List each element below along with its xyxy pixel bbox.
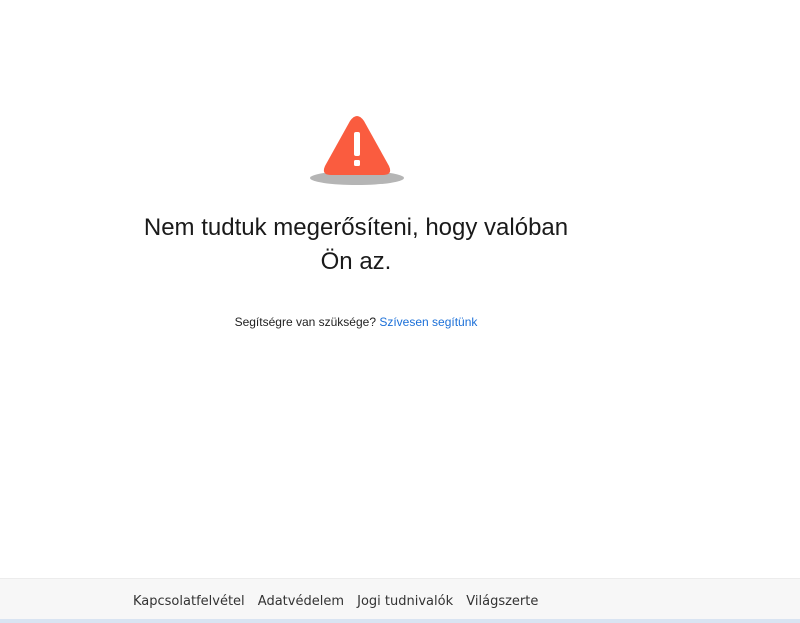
- help-link[interactable]: Szívesen segítünk: [379, 315, 477, 329]
- footer: Kapcsolatfelvétel Adatvédelem Jogi tudni…: [0, 578, 800, 623]
- help-prompt: Segítségre van szüksége?: [234, 315, 376, 329]
- footer-nav: Kapcsolatfelvétel Adatvédelem Jogi tudni…: [133, 593, 538, 611]
- footer-link-worldwide[interactable]: Világszerte: [466, 594, 538, 609]
- bottom-divider: [0, 619, 800, 623]
- footer-link-contact[interactable]: Kapcsolatfelvétel: [133, 594, 245, 609]
- footer-link-privacy[interactable]: Adatvédelem: [258, 594, 344, 609]
- footer-link-legal[interactable]: Jogi tudnivalók: [357, 594, 453, 609]
- error-page: Nem tudtuk megerősíteni, hogy valóban Ön…: [0, 0, 800, 623]
- warning-triangle-icon: [306, 112, 406, 188]
- help-line: Segítségre van szüksége? Szívesen segítü…: [140, 313, 572, 331]
- error-headline: Nem tudtuk megerősíteni, hogy valóban Ön…: [143, 214, 569, 275]
